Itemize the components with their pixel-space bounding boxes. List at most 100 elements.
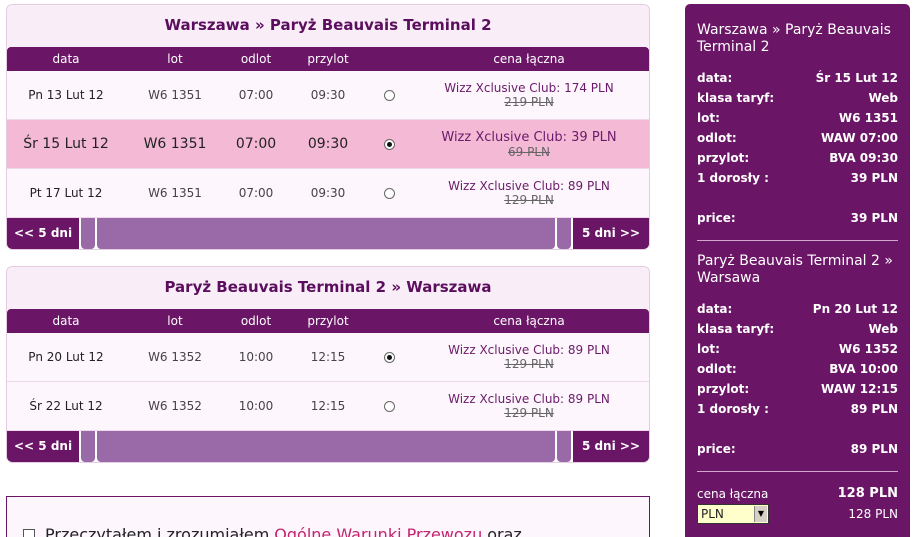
prev-5-days-button[interactable]: << 5 dni [7, 431, 80, 462]
summary-value: W6 1351 [838, 111, 898, 125]
table-row[interactable]: Śr 22 Lut 12 W6 1352 10:00 12:15 Wizz Xc… [7, 382, 649, 431]
currency-row: PLN ▼ 128 PLN [697, 504, 898, 524]
flight-date: Pn 13 Lut 12 [28, 88, 104, 102]
summary-key: 1 dorosły : [697, 171, 769, 185]
terms-link[interactable]: Ogólne Warunki Przewozu [274, 525, 482, 537]
nav-spacer [81, 431, 96, 462]
summary-row: 1 dorosły : 39 PLN [697, 168, 898, 188]
header-arrival: przylot [307, 52, 349, 66]
summary-row: odlot: BVA 10:00 [697, 359, 898, 379]
summary-row: 1 dorosły : 89 PLN [697, 399, 898, 419]
currency-select[interactable]: PLN ▼ [697, 504, 769, 524]
table-row[interactable]: Pn 20 Lut 12 W6 1352 10:00 12:15 Wizz Xc… [7, 333, 649, 382]
summary-key: data: [697, 71, 733, 85]
header-arrival: przylot [307, 314, 349, 328]
inbound-table-header: data lot odlot przylot cena łączna [7, 309, 649, 333]
table-row[interactable]: Pt 17 Lut 12 W6 1351 07:00 09:30 Wizz Xc… [7, 169, 649, 218]
old-price: 129 PLN [504, 193, 554, 207]
summary-key: przylot: [697, 382, 750, 396]
flight-date: Pn 20 Lut 12 [28, 350, 104, 364]
total-value: 128 PLN [837, 486, 898, 501]
outbound-route-title: Warszawa » Paryż Beauvais Terminal 2 [7, 5, 649, 47]
fare-price: Wizz Xclusive Club: 89 PLN [448, 392, 610, 406]
fare-radio[interactable] [383, 187, 395, 199]
summary-price-row: price: 39 PLN [697, 208, 898, 228]
old-price: 129 PLN [504, 406, 554, 420]
flight-number: W6 1351 [148, 88, 202, 102]
summary-value: Web [868, 322, 898, 336]
price-label: price: [697, 442, 736, 456]
old-price: 69 PLN [508, 144, 550, 159]
next-5-days-button[interactable]: 5 dni >> [572, 431, 649, 462]
total-label: cena łączna [697, 487, 769, 501]
summary-key: lot: [697, 111, 720, 125]
summary-row: data: Śr 15 Lut 12 [697, 68, 898, 88]
summary-inbound-title: Paryż Beauvais Terminal 2 » Warsawa [697, 253, 893, 286]
price-value: 89 PLN [850, 442, 898, 456]
summary-row: odlot: WAW 07:00 [697, 128, 898, 148]
terms-text: Przeczytałem i zrozumiałem [45, 525, 270, 537]
departure-time: 10:00 [238, 350, 274, 364]
fare-radio[interactable] [383, 89, 395, 101]
header-departure: odlot [240, 314, 272, 328]
divider [697, 240, 898, 241]
chevron-down-icon: ▼ [754, 506, 767, 522]
summary-value: Pn 20 Lut 12 [812, 302, 898, 316]
outbound-date-nav: << 5 dni 5 dni >> [7, 218, 649, 249]
next-5-days-button[interactable]: 5 dni >> [572, 218, 649, 249]
fare-radio-selected[interactable] [383, 138, 395, 150]
flight-number: W6 1351 [143, 136, 207, 152]
summary-value: WAW 12:15 [820, 382, 898, 396]
summary-row: lot: W6 1351 [697, 108, 898, 128]
summary-key: data: [697, 302, 733, 316]
header-date: data [52, 52, 80, 66]
currency-value: PLN [701, 507, 724, 521]
prev-5-days-button[interactable]: << 5 dni [7, 218, 80, 249]
header-date: data [52, 314, 80, 328]
total-converted: 128 PLN [848, 507, 898, 521]
header-total-price: cena łączna [493, 52, 565, 66]
nav-spacer [81, 218, 96, 249]
flight-date: Śr 15 Lut 12 [23, 136, 109, 152]
flight-number: W6 1352 [148, 350, 202, 364]
inbound-route-title: Paryż Beauvais Terminal 2 » Warszawa [7, 267, 649, 309]
summary-row: przylot: BVA 09:30 [697, 148, 898, 168]
terms-text-after: oraz [487, 525, 522, 537]
summary-row: klasa taryf: Web [697, 88, 898, 108]
flight-number: W6 1351 [148, 186, 202, 200]
arrival-time: 12:15 [310, 399, 346, 413]
summary-value: 89 PLN [850, 402, 898, 416]
header-select [369, 309, 409, 333]
departure-time: 10:00 [238, 399, 274, 413]
old-price: 129 PLN [504, 357, 554, 371]
header-departure: odlot [240, 52, 272, 66]
arrival-time: 12:15 [310, 350, 346, 364]
summary-key: klasa taryf: [697, 322, 775, 336]
flight-number: W6 1352 [148, 399, 202, 413]
arrival-time: 09:30 [307, 136, 349, 152]
fare-radio[interactable] [383, 400, 395, 412]
fare-radio-selected[interactable] [383, 351, 395, 363]
header-flight: lot [167, 314, 183, 328]
summary-value: WAW 07:00 [820, 131, 898, 145]
summary-value: Śr 15 Lut 12 [815, 71, 898, 85]
fare-price: Wizz Xclusive Club: 89 PLN [448, 179, 610, 193]
price-value: 39 PLN [850, 211, 898, 225]
terms-checkbox[interactable] [23, 528, 35, 537]
price-label: price: [697, 211, 736, 225]
departure-time: 07:00 [238, 186, 274, 200]
summary-key: lot: [697, 342, 720, 356]
total-row: cena łączna 128 PLN [697, 484, 898, 504]
inbound-date-nav: << 5 dni 5 dni >> [7, 431, 649, 462]
summary-row: lot: W6 1352 [697, 339, 898, 359]
summary-row: data: Pn 20 Lut 12 [697, 299, 898, 319]
arrival-time: 09:30 [310, 88, 346, 102]
table-row-selected[interactable]: Śr 15 Lut 12 W6 1351 07:00 09:30 Wizz Xc… [7, 120, 649, 169]
nav-track [97, 218, 555, 249]
summary-key: klasa taryf: [697, 91, 775, 105]
fare-price: Wizz Xclusive Club: 39 PLN [441, 129, 617, 145]
summary-value: W6 1352 [838, 342, 898, 356]
table-row[interactable]: Pn 13 Lut 12 W6 1351 07:00 09:30 Wizz Xc… [7, 71, 649, 120]
departure-time: 07:00 [235, 136, 277, 152]
departure-time: 07:00 [238, 88, 274, 102]
